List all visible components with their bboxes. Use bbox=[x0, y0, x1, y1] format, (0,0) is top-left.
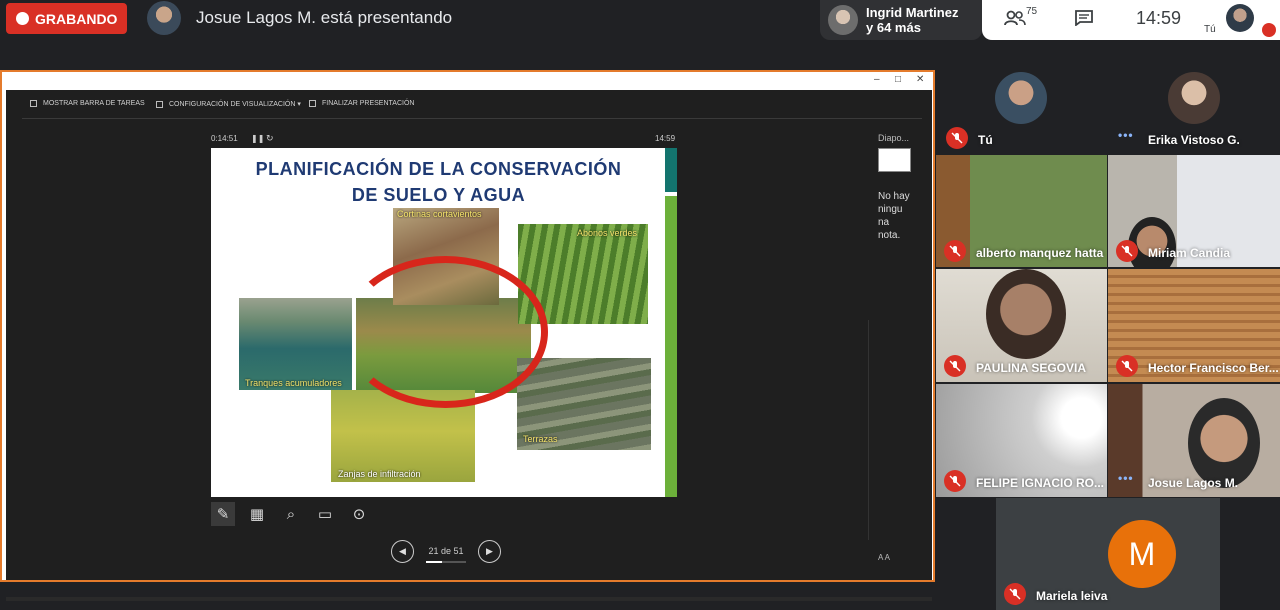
participant-avatar bbox=[995, 72, 1047, 124]
mic-off-icon bbox=[1004, 583, 1026, 605]
slide-navigation: ◀ 21 de 51 ▶ bbox=[391, 539, 501, 563]
reset-icon[interactable]: ↻ bbox=[266, 133, 274, 144]
participant-tile[interactable]: PAULINA SEGOVIA bbox=[936, 269, 1107, 382]
participant-tile[interactable]: Miriam Candia bbox=[1108, 155, 1280, 267]
close-icon[interactable]: ✕ bbox=[916, 74, 924, 85]
minimize-icon[interactable]: – bbox=[874, 74, 880, 85]
participant-tile[interactable]: alberto manquez hatta bbox=[936, 155, 1107, 267]
recording-label: GRABANDO bbox=[35, 10, 118, 27]
mic-off-icon bbox=[944, 355, 966, 377]
participant-name: PAULINA SEGOVIA bbox=[976, 361, 1087, 375]
elapsed-timer: 0:14:51 bbox=[211, 134, 238, 143]
participant-avatar bbox=[1168, 72, 1220, 124]
slides-grid-icon[interactable]: ▦ bbox=[245, 502, 269, 526]
pen-icon[interactable]: ✎ bbox=[211, 502, 235, 526]
slide-progress bbox=[426, 561, 466, 563]
participant-name: FELIPE IGNACIO RO... bbox=[976, 476, 1105, 490]
slide-title: PLANIFICACIÓN DE LA CONSERVACIÓN DE SUEL… bbox=[255, 159, 622, 205]
toolbar-divider bbox=[22, 118, 922, 119]
participant-avatar: M bbox=[1108, 520, 1176, 588]
notes-text: No hay ningu na nota. bbox=[878, 191, 910, 241]
label-terraces: Terrazas bbox=[523, 434, 558, 444]
participant-name: Miriam Candia bbox=[1148, 246, 1231, 260]
presenter-avatar bbox=[147, 1, 181, 35]
show-taskbar-button[interactable]: MOSTRAR BARRA DE TAREAS bbox=[30, 100, 145, 107]
participant-tile[interactable]: M Mariela leiva bbox=[996, 498, 1220, 610]
active-viewers-chip[interactable]: Ingrid Martinez y 64 más bbox=[820, 0, 982, 40]
mic-off-icon bbox=[1116, 355, 1138, 377]
participant-name: Tú bbox=[978, 133, 993, 147]
more-options-icon[interactable]: ⊙ bbox=[347, 502, 371, 526]
current-slide: PLANIFICACIÓN DE LA CONSERVACIÓN DE SUEL… bbox=[211, 148, 677, 497]
text-size-controls[interactable]: A A bbox=[878, 553, 890, 562]
participant-tile[interactable]: FELIPE IGNACIO RO... bbox=[936, 384, 1107, 497]
pause-icon[interactable]: ❚❚ bbox=[251, 134, 264, 143]
next-slide-header: Diapo... bbox=[878, 133, 910, 143]
previous-slide-icon[interactable]: ◀ bbox=[391, 539, 414, 563]
speaking-indicator-icon: ••• bbox=[1118, 471, 1134, 485]
slide-accent-teal bbox=[665, 148, 677, 192]
label-infiltration: Zanjas de infiltración bbox=[338, 469, 421, 479]
meet-window: GRABANDO Josue Lagos M. está presentando… bbox=[0, 0, 1280, 610]
recording-badge[interactable]: GRABANDO bbox=[6, 3, 127, 34]
presenter-status: Josue Lagos M. está presentando bbox=[196, 8, 453, 27]
viewer-more: y 64 más bbox=[866, 20, 921, 35]
next-slide-thumbnail[interactable] bbox=[878, 148, 911, 172]
viewer-name: Ingrid Martinez bbox=[866, 5, 959, 20]
presenter-clock: 14:59 bbox=[655, 134, 676, 143]
self-label: Tú bbox=[1204, 24, 1216, 35]
label-windbreak: Cortinas cortavientos bbox=[397, 209, 482, 219]
mic-off-icon bbox=[944, 470, 966, 492]
chat-icon[interactable] bbox=[1075, 10, 1093, 26]
participant-name: Erika Vistoso G. bbox=[1148, 133, 1240, 147]
label-reservoir: Tranques acumuladores bbox=[245, 378, 342, 388]
viewer-avatar bbox=[828, 5, 858, 35]
shared-screen: – □ ✕ MOSTRAR BARRA DE TAREAS CONFIGURAC… bbox=[0, 70, 935, 601]
mic-off-icon bbox=[944, 240, 966, 262]
self-avatar[interactable] bbox=[1226, 4, 1254, 32]
taskbar-strip bbox=[6, 597, 932, 601]
blackout-icon[interactable]: ▭ bbox=[313, 502, 337, 526]
people-count: 75 bbox=[1026, 6, 1038, 17]
end-show-icon bbox=[309, 100, 316, 107]
participant-tile[interactable]: ••• Erika Vistoso G. bbox=[1108, 64, 1280, 154]
photo-reservoir bbox=[239, 298, 352, 390]
clock-time: 14:59 bbox=[1136, 8, 1182, 28]
mic-off-icon bbox=[1116, 240, 1138, 262]
participant-avatar bbox=[986, 269, 1066, 359]
display-icon bbox=[156, 100, 163, 108]
participant-name: alberto manquez hatta bbox=[976, 246, 1104, 260]
label-green-manure: Abonos verdes bbox=[577, 228, 638, 238]
record-dot-icon bbox=[16, 12, 29, 25]
participant-tile[interactable]: ••• Josue Lagos M. bbox=[1108, 384, 1280, 497]
cycle-arrows-icon bbox=[343, 256, 548, 408]
notes-divider[interactable] bbox=[868, 320, 869, 540]
participant-avatar bbox=[1188, 398, 1260, 488]
window-titlebar: – □ ✕ bbox=[2, 72, 933, 89]
mic-off-icon bbox=[946, 127, 968, 149]
taskbar-icon bbox=[30, 100, 37, 107]
presenter-view: MOSTRAR BARRA DE TAREAS CONFIGURACIÓN DE… bbox=[6, 90, 932, 601]
end-show-button[interactable]: FINALIZAR PRESENTACIÓN bbox=[309, 100, 414, 107]
mic-off-icon bbox=[1262, 23, 1276, 37]
next-slide-icon[interactable]: ▶ bbox=[478, 539, 501, 563]
participant-name: Mariela leiva bbox=[1036, 589, 1108, 603]
people-icon[interactable] bbox=[1004, 10, 1026, 26]
slide-tools: ✎ ▦ ⌕ ▭ ⊙ bbox=[211, 502, 371, 526]
participant-tile[interactable]: Tú bbox=[938, 64, 1108, 154]
speaking-indicator-icon: ••• bbox=[1118, 128, 1134, 142]
maximize-icon[interactable]: □ bbox=[895, 74, 901, 85]
display-settings-button[interactable]: CONFIGURACIÓN DE VISUALIZACIÓN ▾ bbox=[156, 100, 301, 108]
zoom-icon[interactable]: ⌕ bbox=[279, 502, 303, 526]
slide-progress-fill bbox=[426, 561, 443, 563]
participant-name: Hector Francisco Ber... bbox=[1148, 361, 1279, 375]
presenter-toolbar: MOSTRAR BARRA DE TAREAS CONFIGURACIÓN DE… bbox=[6, 90, 932, 120]
slide-accent-green bbox=[665, 196, 677, 497]
slide-counter: 21 de 51 bbox=[428, 546, 464, 556]
participant-tile[interactable]: Hector Francisco Ber... bbox=[1108, 269, 1280, 382]
participant-name: Josue Lagos M. bbox=[1148, 476, 1239, 490]
utility-bar: 75 14:59 Tú bbox=[982, 0, 1280, 40]
